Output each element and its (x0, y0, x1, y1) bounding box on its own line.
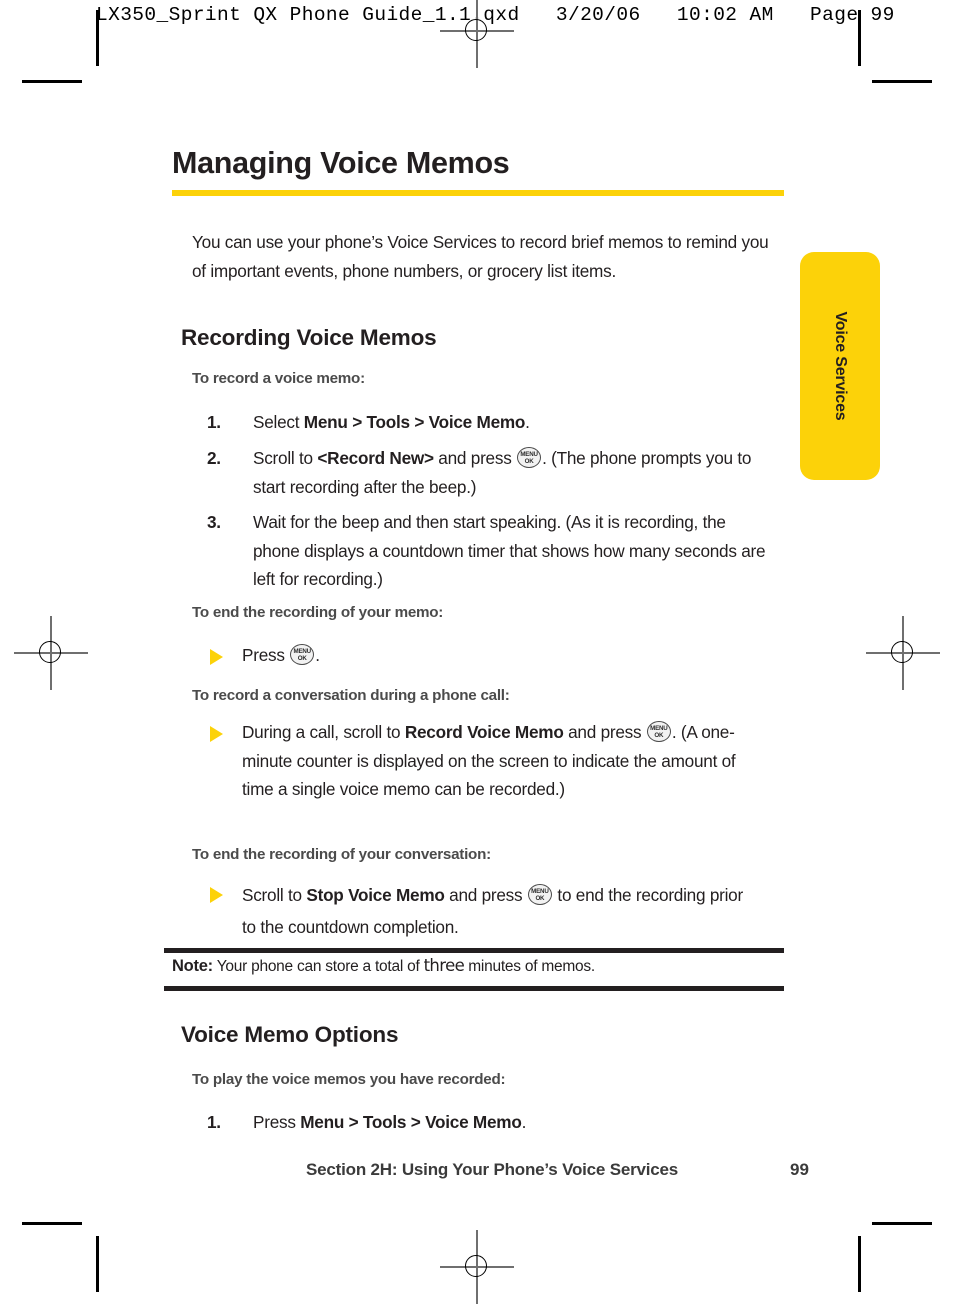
step-text-suffix: . (521, 1112, 527, 1132)
note-callout: Note: Your phone can store a total of th… (172, 956, 784, 976)
page-title: Managing Voice Memos (172, 146, 510, 180)
bullet-stop-voice-memo: Scroll to Stop Voice Memo and press MENU… (210, 879, 750, 943)
menu-ok-key-label-ok: OK (654, 732, 664, 739)
menu-ok-key-label-ok: OK (524, 458, 534, 465)
step-text: Scroll to <Record New> and press MENU OK.… (253, 444, 767, 501)
step-2-scroll-to-record-new: 2. Scroll to <Record New> and press MENU… (207, 444, 767, 501)
bullet-record-voice-memo-during-call: During a call, scroll to Record Voice Me… (210, 718, 750, 804)
lead-in-to-end-recording-of-conversation: To end the recording of your conversatio… (192, 846, 491, 863)
step-text-middle: and press (433, 448, 517, 468)
step-text: Wait for the beep and then start speakin… (253, 512, 766, 589)
note-emphasis: three (423, 956, 465, 975)
bullet-text-prefix: During a call, scroll to (242, 722, 405, 742)
bullet-text: Press MENU OK. (242, 641, 730, 670)
step-text-suffix: . (525, 412, 530, 432)
side-tab-label: Voice Services (832, 311, 849, 421)
record-voice-memo-option-bold: Record Voice Memo (404, 722, 564, 742)
bullet-text: During a call, scroll to Record Voice Me… (242, 718, 750, 804)
note-label: Note: (172, 957, 213, 975)
step-number: 3. (207, 512, 221, 532)
menu-path-bold: Menu > Tools > Voice Memo (303, 412, 526, 432)
record-new-option-bold: <Record New> (317, 448, 434, 468)
bullet-text-middle: and press (563, 722, 646, 742)
footer-section-label: Section 2H: Using Your Phone’s Voice Ser… (306, 1160, 679, 1179)
section-heading-recording-voice-memos: Recording Voice Memos (181, 325, 437, 350)
step-number: 1. (207, 412, 221, 432)
note-text-before: Your phone can store a total of (212, 958, 424, 975)
lead-in-to-end-recording-of-memo: To end the recording of your memo: (192, 604, 444, 621)
bullet-text: Scroll to Stop Voice Memo and press MENU… (242, 879, 750, 943)
step-1-select-voice-memo: 1. Select Menu > Tools > Voice Memo. (207, 408, 767, 437)
step-number: 2. (207, 448, 221, 468)
note-rule-top (164, 948, 784, 953)
bullet-text-suffix: . (315, 645, 320, 665)
step-text-prefix: Press (253, 1112, 301, 1132)
bullet-text-middle: and press (444, 885, 527, 905)
step-1-press-voice-memo: 1. Press Menu > Tools > Voice Memo. (207, 1108, 767, 1137)
step-text-prefix: Scroll to (253, 448, 318, 468)
note-text-after: minutes of memos. (464, 958, 595, 975)
intro-paragraph: You can use your phone’s Voice Services … (192, 232, 769, 281)
step-text: Press Menu > Tools > Voice Memo. (253, 1108, 767, 1137)
note-rule-bottom (164, 986, 784, 991)
lead-in-to-play-voice-memos: To play the voice memos you have recorde… (192, 1071, 506, 1088)
lead-in-to-record-a-voice-memo: To record a voice memo: (192, 370, 365, 387)
triangle-bullet-icon (210, 887, 223, 903)
bullet-press-menu-ok: Press MENU OK. (210, 641, 730, 670)
step-number: 1. (207, 1112, 221, 1132)
stop-voice-memo-option-bold: Stop Voice Memo (306, 885, 445, 905)
step-text: Select Menu > Tools > Voice Memo. (253, 408, 767, 437)
bullet-text-prefix: Scroll to (242, 885, 307, 905)
manual-page: Managing Voice Memos You can use your ph… (0, 0, 954, 1304)
step-text-prefix: Select (253, 412, 304, 432)
menu-ok-key-label-ok: OK (535, 895, 545, 902)
menu-ok-key-icon: MENU OK (290, 644, 315, 665)
bullet-text-prefix: Press (242, 645, 290, 665)
menu-ok-key-icon: MENU OK (646, 721, 671, 742)
lead-in-to-record-conversation: To record a conversation during a phone … (192, 687, 510, 704)
menu-path-bold: Menu > Tools > Voice Memo (300, 1112, 522, 1132)
triangle-bullet-icon (210, 649, 223, 665)
step-3-wait-for-beep: 3. Wait for the beep and then start spea… (207, 508, 767, 594)
section-heading-voice-memo-options: Voice Memo Options (181, 1022, 399, 1047)
triangle-bullet-icon (210, 726, 223, 742)
menu-ok-key-icon: MENU OK (517, 447, 542, 468)
menu-ok-key-icon: MENU OK (527, 884, 552, 905)
title-underline-rule (172, 190, 784, 196)
side-tab-voice-services: Voice Services (800, 252, 880, 480)
menu-ok-key-label-ok: OK (297, 655, 307, 662)
footer-page-number: 99 (790, 1160, 809, 1179)
